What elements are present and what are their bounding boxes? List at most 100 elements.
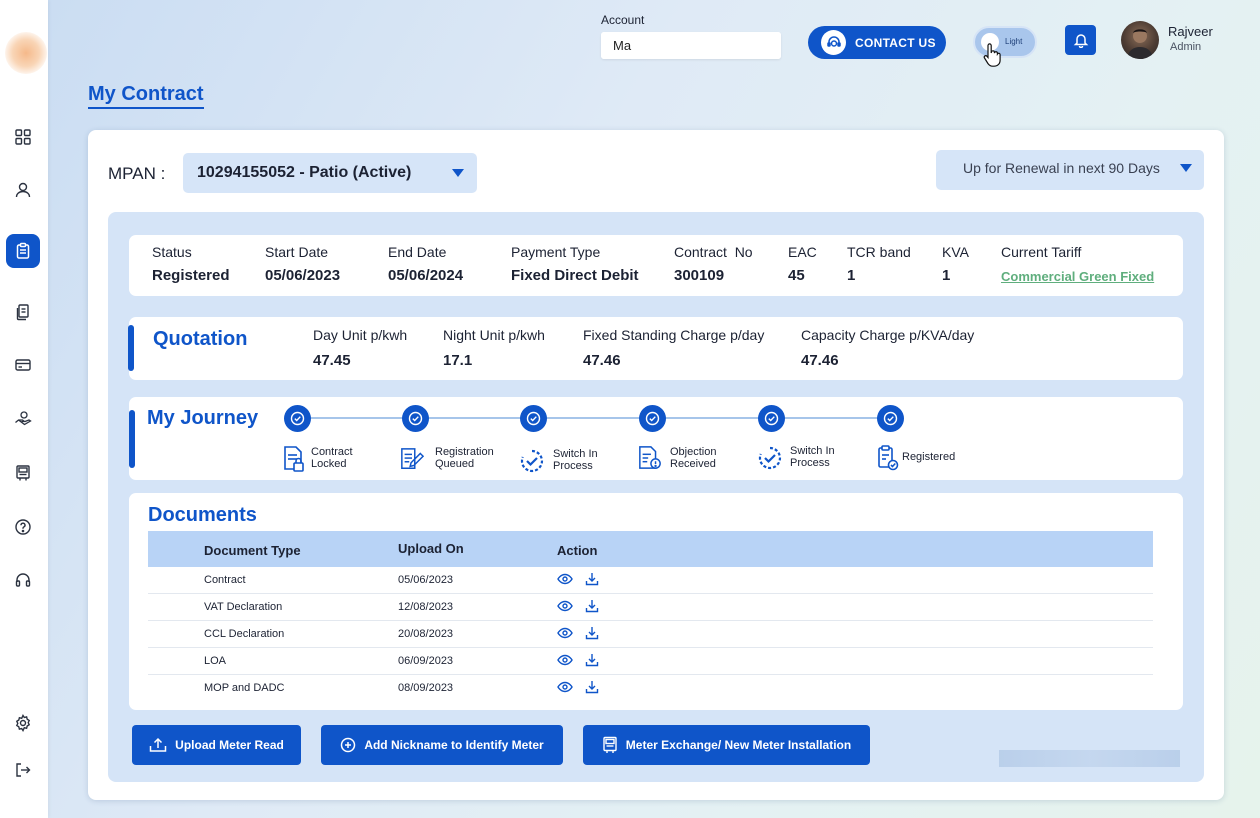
account-select[interactable] [601, 32, 781, 59]
meter-icon [603, 736, 617, 753]
kva-label: KVA [942, 244, 969, 260]
eye-icon[interactable] [557, 654, 573, 666]
billing-icon[interactable] [6, 348, 40, 382]
account-input[interactable] [601, 32, 781, 59]
download-icon[interactable] [585, 599, 599, 613]
mpan-label: MPAN : [108, 164, 166, 183]
journey-step-1: Contract Locked [311, 446, 353, 470]
download-icon[interactable] [585, 653, 599, 667]
day-unit-value: 47.45 [313, 352, 351, 369]
registration-queued-icon [401, 448, 424, 469]
contract-locked-icon [284, 446, 304, 472]
current-tariff-label: Current Tariff [1001, 244, 1082, 260]
journey-step-6: Registered [902, 451, 956, 463]
day-unit-label: Day Unit p/kwh [313, 327, 408, 343]
journey-progress-line [297, 417, 890, 419]
help-icon[interactable] [6, 510, 40, 544]
night-unit-label: Night Unit p/kwh [443, 327, 545, 343]
theme-toggle-label: Light [1005, 37, 1023, 46]
table-row: MOP and DADC 08/09/2023 [148, 675, 1153, 702]
support-agent-icon [821, 30, 846, 55]
eye-icon[interactable] [557, 600, 573, 612]
bell-icon[interactable] [1065, 25, 1096, 55]
add-nickname-label: Add Nickname to Identify Meter [364, 738, 544, 752]
download-icon[interactable] [585, 680, 599, 694]
night-unit-value: 17.1 [443, 352, 473, 369]
tcr-band-field: TCR band 1 [847, 244, 911, 284]
avatar[interactable] [1121, 21, 1159, 59]
caret-down-icon [452, 169, 464, 177]
renewal-filter-select[interactable]: Up for Renewal in next 90 Days [936, 150, 1204, 190]
caret-down-icon [1180, 164, 1192, 172]
status-value: Registered [152, 267, 230, 284]
account-label: Account [601, 13, 645, 27]
upload-meter-read-button[interactable]: Upload Meter Read [132, 725, 301, 765]
contract-no-label: Contract No [674, 244, 753, 260]
capacity-charge-label: Capacity Charge p/KVA/day [801, 327, 975, 343]
tcr-band-value: 1 [847, 267, 856, 284]
day-unit-field: Day Unit p/kwh 47.45 [313, 327, 407, 369]
user-name: Rajveer [1168, 24, 1213, 39]
blurred-placeholder [999, 750, 1180, 767]
logout-icon[interactable] [6, 753, 40, 787]
current-tariff-link[interactable]: Commercial Green Fixed [1001, 269, 1154, 284]
night-unit-field: Night Unit p/kwh 17.1 [443, 327, 545, 369]
settings-icon[interactable] [6, 706, 40, 740]
step-check-icon [639, 405, 666, 432]
step-check-icon [758, 405, 785, 432]
plus-circle-icon [341, 737, 356, 753]
standing-charge-field: Fixed Standing Charge p/day 47.46 [583, 327, 764, 369]
payment-type-label: Payment Type [511, 244, 601, 260]
download-icon[interactable] [585, 626, 599, 640]
eye-icon[interactable] [557, 573, 573, 585]
current-tariff-field: Current Tariff Commercial Green Fixed [1001, 244, 1154, 284]
meter-exchange-button[interactable]: Meter Exchange/ New Meter Installation [583, 725, 870, 765]
user-icon[interactable] [6, 173, 40, 207]
step-check-icon [402, 405, 429, 432]
upload-meter-read-label: Upload Meter Read [175, 738, 284, 752]
contact-us-button[interactable]: CONTACT US [808, 26, 946, 59]
meter-icon[interactable] [6, 456, 40, 490]
logo [5, 32, 47, 74]
table-row: LOA 06/09/2023 [148, 648, 1153, 675]
headset-icon[interactable] [6, 563, 40, 597]
kva-field: KVA 1 [942, 244, 969, 284]
start-date-label: Start Date [265, 244, 329, 260]
quotation-accent-bar [128, 325, 134, 371]
eye-icon[interactable] [557, 627, 573, 639]
download-icon[interactable] [585, 572, 599, 586]
upload-date: 08/09/2023 [398, 682, 454, 694]
objection-received-icon [639, 446, 661, 469]
hand-cursor-icon [983, 43, 1001, 67]
capacity-charge-field: Capacity Charge p/KVA/day 47.46 [801, 327, 974, 369]
standing-charge-label: Fixed Standing Charge p/day [583, 327, 765, 343]
journey-step-2: Registration Queued [435, 446, 494, 470]
dashboard-icon[interactable] [6, 120, 40, 154]
documents-icon[interactable] [6, 295, 40, 329]
document-type: MOP and DADC [204, 682, 285, 694]
column-document-type: Document Type [204, 543, 301, 558]
document-type: LOA [204, 655, 227, 667]
document-type: Contract [204, 574, 246, 586]
journey-step-5: Switch In Process [790, 445, 835, 469]
mpan-value: 10294155052 - Patio (Active) [197, 164, 412, 181]
hand-coin-icon[interactable] [6, 402, 40, 436]
table-row: VAT Declaration 12/08/2023 [148, 594, 1153, 621]
column-upload-on: Upload On [398, 541, 464, 556]
payment-type-field: Payment Type Fixed Direct Debit [511, 244, 639, 284]
step-check-icon [284, 405, 311, 432]
journey-step-4: Objection Received [670, 446, 717, 470]
contract-icon[interactable] [6, 234, 40, 268]
upload-date: 12/08/2023 [398, 601, 454, 613]
eac-label: EAC [788, 244, 817, 260]
add-nickname-button[interactable]: Add Nickname to Identify Meter [321, 725, 563, 765]
eye-icon[interactable] [557, 681, 573, 693]
user-role: Admin [1170, 41, 1202, 53]
upload-date: 06/09/2023 [398, 655, 454, 667]
registered-icon [878, 445, 899, 471]
eac-field: EAC 45 [788, 244, 817, 284]
mpan-select[interactable]: 10294155052 - Patio (Active) [183, 153, 477, 193]
document-type: CCL Declaration [204, 628, 285, 640]
payment-type-value: Fixed Direct Debit [511, 267, 639, 284]
kva-value: 1 [942, 267, 951, 284]
